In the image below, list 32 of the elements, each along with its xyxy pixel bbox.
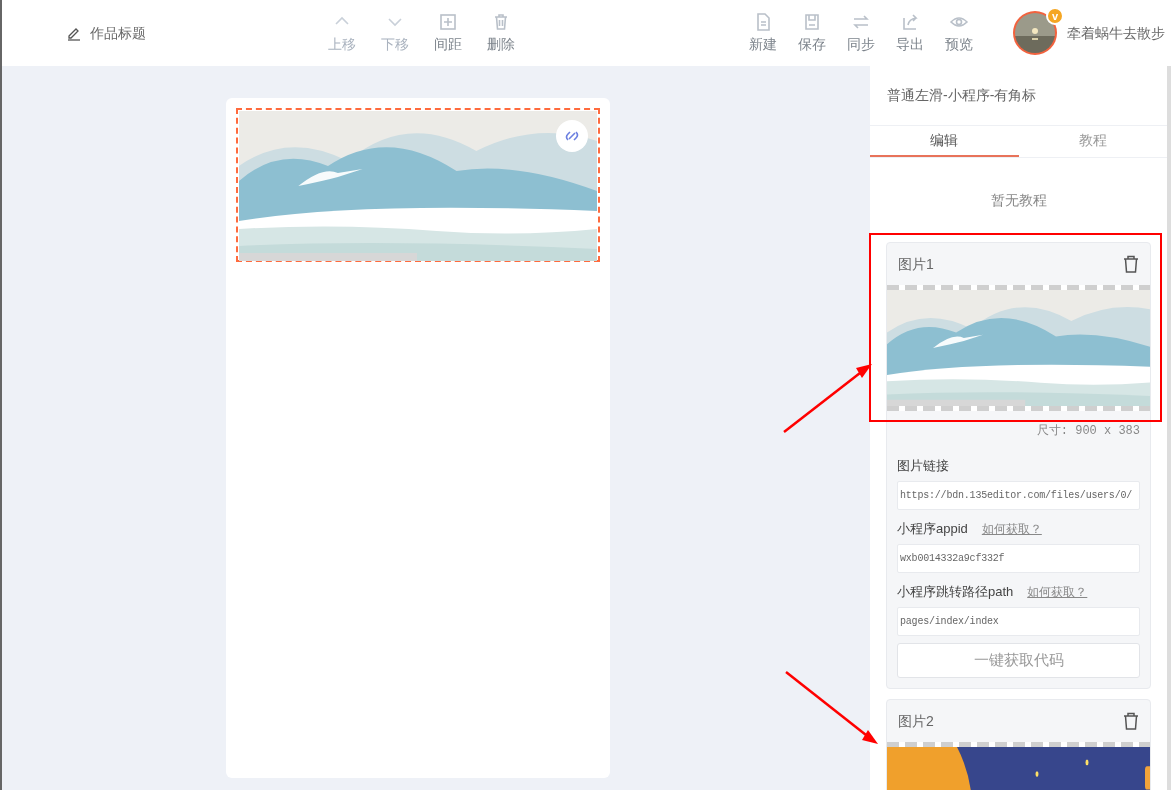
toolbar-button[interactable]: 预览: [941, 11, 977, 55]
image-size: 尺寸: 900 x 383: [1036, 424, 1140, 438]
help-link[interactable]: 如何获取？: [981, 520, 1042, 538]
toolbar-button[interactable]: 间距: [430, 11, 466, 55]
toolbar-button[interactable]: 保存: [794, 11, 830, 55]
card-title: 图片2: [898, 711, 934, 731]
avatar[interactable]: [1012, 10, 1058, 56]
input-field[interactable]: wxb0014332a9cf332f: [897, 544, 1140, 573]
toolbar-button[interactable]: 删除: [483, 11, 519, 55]
card-title: 图片1: [898, 254, 934, 274]
vip-badge: v: [1046, 7, 1064, 25]
work-title[interactable]: 作品标题: [90, 22, 146, 44]
link-icon[interactable]: [556, 120, 588, 152]
help-link[interactable]: 如何获取？: [1027, 583, 1088, 601]
tab[interactable]: 教程: [1018, 126, 1167, 157]
trash-icon[interactable]: [1123, 712, 1139, 730]
export-icon: [900, 11, 920, 32]
input-field[interactable]: pages/index/index: [897, 607, 1140, 636]
toolbar-button[interactable]: 同步: [843, 11, 879, 55]
panel-title: 普通左滑-小程序-有角标: [887, 86, 1037, 105]
toolbar-button[interactable]: 新建: [745, 11, 781, 55]
field-label: 小程序appid: [897, 520, 968, 539]
user-name[interactable]: 牵着蜗牛去散步: [1067, 22, 1165, 44]
input-field[interactable]: https://bdn.135editor.com/files/users/0/: [897, 481, 1140, 510]
field-label: 图片链接: [897, 457, 949, 476]
field-label: 小程序跳转路径path: [897, 583, 1014, 602]
empty-message: 暂无教程: [990, 190, 1047, 210]
get-code-button[interactable]: 一键获取代码: [897, 643, 1140, 678]
tab[interactable]: 编辑: [870, 126, 1019, 157]
toolbar-button[interactable]: 导出: [892, 11, 928, 55]
plus-square-icon: [438, 11, 458, 32]
trash-icon[interactable]: [1123, 255, 1139, 273]
